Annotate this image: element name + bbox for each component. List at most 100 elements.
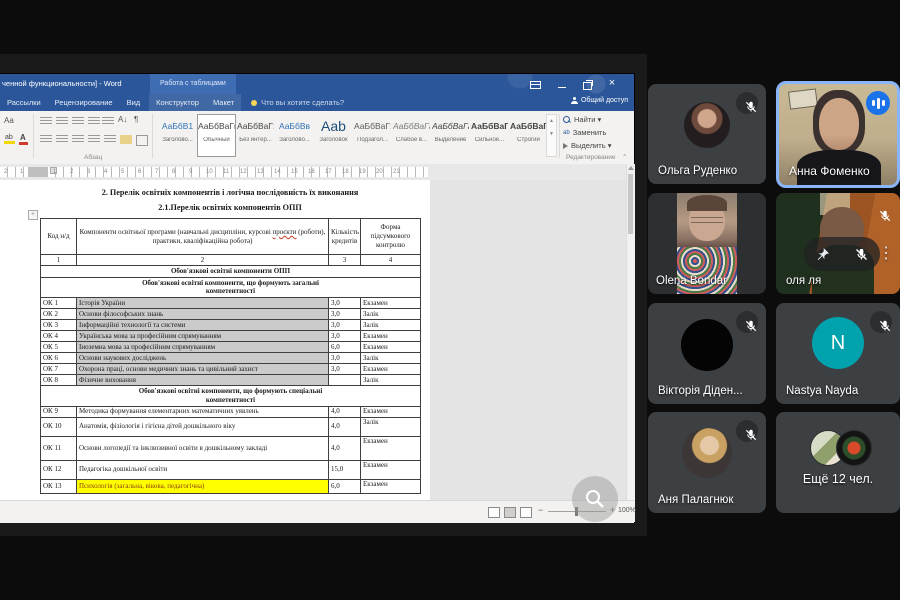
print-layout-icon[interactable] (504, 507, 516, 518)
zoom-out-button[interactable]: − (538, 505, 543, 515)
table-row: ОК 3Інформаційні технології та системи3,… (41, 320, 421, 331)
tile-hover-controls (804, 237, 880, 271)
magnifier-overlay[interactable] (572, 476, 618, 522)
read-mode-icon[interactable] (488, 507, 500, 518)
style-card[interactable]: AabЗаголовок (314, 114, 353, 157)
ribbon-tab[interactable]: Вид (120, 98, 148, 107)
replace-button[interactable]: ab Заменить (563, 127, 606, 138)
mic-muted-icon (870, 201, 892, 223)
vertical-scrollbar[interactable] (626, 164, 635, 522)
participant-tile-nastya-nayda[interactable]: N Nastya Nayda (776, 303, 900, 404)
style-card[interactable]: АаБбВ1Заголово... (158, 114, 197, 157)
table-row: ОК 5Іноземна мова за професійним спрямув… (41, 342, 421, 353)
document-page[interactable]: 2. Перелік освітніх компонентів і логічн… (0, 180, 430, 522)
select-arrow-icon (563, 143, 568, 149)
editing-group-label: Редактирование (566, 154, 616, 161)
participant-tile-anna-fomenko[interactable]: Анна Фоменко (776, 81, 900, 188)
screenshot-root: ченной функциональности] - Word Работа с… (0, 0, 900, 600)
style-card[interactable]: АаБбВвЗаголово... (275, 114, 314, 157)
replace-icon: ab (563, 130, 570, 136)
overflow-avatar-2 (836, 430, 872, 466)
header-credits: Кількість кредитів (329, 219, 361, 255)
minimize-button[interactable] (558, 87, 566, 88)
ribbon-context-tab[interactable]: Макет (206, 98, 241, 107)
picture-frame (788, 88, 818, 109)
pilcrow-icon[interactable]: ¶ (134, 115, 138, 124)
align-left-icon[interactable] (40, 135, 52, 144)
scrollbar-thumb[interactable] (628, 174, 633, 234)
table-header-row: Код н/д Компоненти освітньої програми (н… (41, 219, 421, 255)
participant-tile-olya-lya[interactable]: ⋮ оля ля (776, 193, 900, 294)
style-card[interactable]: АаБбВаГгВыделение (431, 114, 470, 157)
glasses (691, 217, 723, 223)
screen-share-region: ченной функциональности] - Word Работа с… (0, 54, 647, 536)
bullet-list-icon[interactable] (40, 117, 52, 126)
change-case-icon[interactable]: Аа (4, 116, 14, 125)
tell-me-box[interactable]: Что вы хотите сделать? (251, 98, 344, 107)
align-center-icon[interactable] (56, 135, 68, 144)
style-card[interactable]: АаБбВаГгСлабое в... (392, 114, 431, 157)
header-code: Код н/д (41, 219, 77, 255)
mic-muted-icon[interactable] (854, 247, 869, 262)
style-card[interactable]: АаБбВаГг,Обычный (197, 114, 236, 157)
doc-heading-1: 2. Перелік освітніх компонентів і логічн… (0, 188, 430, 197)
mic-muted-icon (736, 311, 758, 333)
status-bar: − + 100% (0, 500, 634, 523)
share-button[interactable]: Общий доступ (571, 97, 628, 104)
styles-gallery-scroll[interactable]: ▲▼ (546, 114, 557, 157)
style-card[interactable]: АаБбВаГ:Без интер... (236, 114, 275, 157)
spellcheck-underline: проєкти (273, 228, 297, 236)
ribbon-context-tabs: КонструкторМакет (149, 94, 241, 111)
select-button[interactable]: Выделить ▾ (563, 140, 611, 151)
ribbon-display-options-icon[interactable] (530, 81, 541, 89)
style-card[interactable]: АаБбВаГ:Подзагол... (353, 114, 392, 157)
table-row: ОК 9Методика формування елементарних мат… (41, 406, 421, 417)
hair (687, 195, 727, 211)
participant-name: Olena Bondar (656, 275, 727, 287)
style-card[interactable]: АаБбВаГгСильное... (470, 114, 509, 157)
participant-tile-olena-bondar[interactable]: Olena Bondar (648, 193, 766, 294)
collapse-ribbon-icon[interactable]: ⌃ (622, 153, 627, 161)
horizontal-ruler[interactable]: 21 123456789101112131415161718192021 (0, 164, 626, 180)
multilevel-list-icon[interactable] (72, 117, 84, 126)
ribbon-context-tab[interactable]: Конструктор (149, 98, 206, 107)
participant-tile-olga-rudenko[interactable]: Ольга Руденко (648, 84, 766, 184)
participant-tile-anya-palagnyuk[interactable]: Аня Палагнюк (648, 412, 766, 513)
shading-icon[interactable] (120, 135, 132, 144)
table-row: ОК 4Українська мова за професійним спрям… (41, 331, 421, 342)
speaking-indicator-icon (866, 91, 890, 115)
find-button[interactable]: Найти ▾ (563, 114, 601, 125)
style-card[interactable]: АаБбВаГг,Строгий (509, 114, 548, 157)
decrease-indent-icon[interactable] (88, 117, 100, 126)
more-options-icon[interactable]: ⋮ (878, 243, 894, 263)
table-row: ОК 13Психологія (загальна, вікова, педаг… (41, 479, 421, 493)
restore-button[interactable] (583, 82, 592, 90)
word-titlebar[interactable]: ченной функциональности] - Word Работа с… (0, 74, 634, 94)
close-button[interactable]: × (604, 78, 620, 90)
person-icon (571, 97, 578, 104)
participant-overflow-tile[interactable]: Ещё 12 чел. (776, 412, 900, 513)
table-row: ОК 6Основи наукових досліджень3,0Залік (41, 353, 421, 364)
justify-icon[interactable] (88, 135, 100, 144)
table-move-handle[interactable]: + (28, 210, 38, 220)
sort-icon[interactable]: А↓ (118, 115, 127, 124)
ribbon-tab[interactable]: Рассылки (0, 98, 48, 107)
text-highlight-icon[interactable]: ab (5, 134, 13, 141)
zoom-level[interactable]: 100% (618, 507, 636, 514)
participant-tile-viktoria[interactable]: Вікторія Діден... (648, 303, 766, 404)
lightbulb-icon (251, 100, 257, 106)
table-row: ОК 1Історія України3,0Екзамен (41, 298, 421, 309)
web-layout-icon[interactable] (520, 507, 532, 518)
align-right-icon[interactable] (72, 135, 84, 144)
ribbon-tab[interactable]: Рецензирование (48, 98, 120, 107)
number-list-icon[interactable] (56, 117, 68, 126)
mic-muted-icon (736, 420, 758, 442)
font-color-icon[interactable]: А (20, 133, 26, 142)
borders-icon[interactable] (136, 135, 148, 146)
scroll-up-icon[interactable] (628, 166, 634, 170)
pin-icon[interactable] (815, 246, 831, 262)
line-spacing-icon[interactable] (104, 135, 116, 144)
participant-name: Анна Фоменко (789, 164, 870, 178)
ribbon-tabs: РассылкиРецензированиеВид (0, 98, 147, 107)
increase-indent-icon[interactable] (102, 117, 114, 126)
